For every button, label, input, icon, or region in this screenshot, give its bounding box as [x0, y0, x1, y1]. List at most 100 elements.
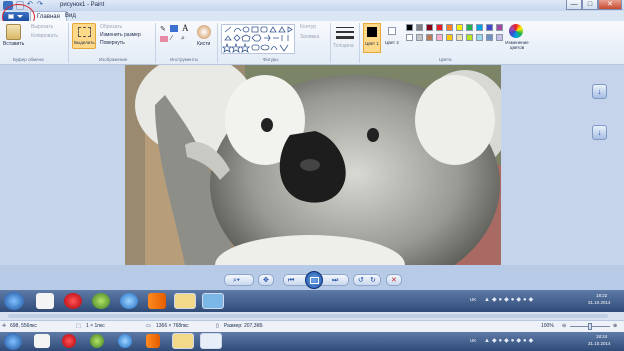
magnifier-icon: ⌕▾ — [233, 277, 240, 284]
start-button[interactable] — [4, 292, 24, 310]
opera-icon[interactable] — [64, 293, 82, 309]
palette-swatch[interactable] — [416, 34, 423, 41]
horizontal-scrollbar[interactable] — [0, 312, 624, 320]
palette-swatch[interactable] — [436, 34, 443, 41]
calculator-icon[interactable] — [36, 293, 54, 309]
eraser-icon[interactable] — [160, 36, 168, 42]
explorer-icon[interactable] — [172, 333, 194, 349]
select-label: Выделить — [74, 40, 95, 45]
clock-date-2[interactable]: 31.10.2014 — [588, 341, 611, 346]
color1-button[interactable]: Цвет 1 — [363, 23, 381, 53]
tools-group-label: Инструменты — [170, 57, 199, 62]
close-button[interactable]: ✕ — [598, 0, 622, 10]
size-icon[interactable] — [336, 25, 354, 41]
magnifier-icon[interactable]: ⌕ — [181, 35, 185, 43]
fill-bucket-icon[interactable] — [170, 25, 178, 32]
selection-icon: ⬚ — [76, 323, 81, 329]
photo-viewer-icon[interactable] — [202, 293, 224, 309]
pencil-icon[interactable]: ✎ — [160, 25, 166, 33]
shapes-gallery[interactable] — [221, 24, 295, 54]
palette-swatch[interactable] — [426, 34, 433, 41]
cursor-position: 698, 556пкс — [10, 323, 37, 329]
brushes-button[interactable]: Кисти — [197, 41, 210, 48]
palette-swatch[interactable] — [466, 34, 473, 41]
chrome-icon[interactable] — [92, 293, 110, 309]
scroll-down-button-2[interactable]: ↓ — [592, 125, 607, 140]
fit-button[interactable]: ✥ — [258, 274, 274, 286]
clock-date[interactable]: 31.10.2014 — [588, 300, 611, 305]
explorer-icon[interactable] — [174, 293, 196, 309]
palette-swatch[interactable] — [466, 24, 473, 31]
palette-swatch[interactable] — [456, 24, 463, 31]
text-tool-icon[interactable]: A — [182, 23, 189, 33]
calculator-icon[interactable] — [34, 334, 50, 348]
palette-swatch[interactable] — [436, 24, 443, 31]
outline-dropdown[interactable]: Контур — [300, 24, 316, 31]
palette-swatch[interactable] — [486, 34, 493, 41]
next-icon[interactable]: ⏭ — [332, 275, 338, 286]
tray-icons[interactable]: ▲◆●◆●◆●◆ — [484, 296, 579, 304]
clock-time-2[interactable]: 18:24 — [596, 334, 607, 339]
palette-swatch[interactable] — [406, 24, 413, 31]
scroll-down-button[interactable]: ↓ — [592, 84, 607, 99]
minimize-button[interactable]: — — [566, 0, 582, 10]
size-button[interactable]: Толщина — [333, 43, 354, 50]
rotate-button[interactable]: Повернуть — [100, 40, 125, 47]
cut-button[interactable]: Вырезать — [31, 24, 53, 31]
file-size: Размер: 207,3КБ — [224, 323, 263, 329]
palette-swatch[interactable] — [446, 24, 453, 31]
shapes-icons — [222, 26, 293, 53]
delete-button[interactable]: ✕ — [386, 274, 402, 286]
color1-label: Цвет 1 — [365, 41, 379, 46]
color2-button[interactable]: Цвет 2 — [384, 23, 402, 53]
zoom-button[interactable]: ⌕▾ — [224, 274, 254, 286]
brush-icon[interactable] — [197, 25, 211, 39]
palette-swatch[interactable] — [456, 34, 463, 41]
resize-button[interactable]: Изменить размер — [100, 32, 141, 39]
slideshow-button[interactable] — [305, 271, 323, 289]
language-indicator-2[interactable]: UK — [470, 338, 476, 343]
media-player-icon[interactable] — [146, 334, 160, 348]
opera-icon[interactable] — [62, 334, 76, 348]
palette-swatch[interactable] — [406, 34, 413, 41]
scrollbar-thumb[interactable] — [8, 314, 608, 318]
palette-swatch[interactable] — [496, 24, 503, 31]
language-indicator[interactable]: UK — [470, 297, 476, 302]
separator — [330, 23, 331, 63]
rotate-right-icon[interactable]: ↻ — [370, 275, 376, 286]
palette-swatch[interactable] — [496, 34, 503, 41]
select-button[interactable]: Выделить — [72, 23, 96, 49]
tray-icons-2[interactable]: ▲◆●◆●◆●◆ — [484, 337, 579, 345]
palette-swatch[interactable] — [486, 24, 493, 31]
previous-icon[interactable]: ⏮ — [288, 275, 294, 286]
rotate-left-icon[interactable]: ↺ — [358, 275, 364, 286]
copy-button[interactable]: Копировать — [31, 33, 58, 40]
zoom-in-icon[interactable]: ⊕ — [613, 322, 617, 330]
fill-dropdown[interactable]: Заливка — [300, 34, 319, 41]
palette-swatch[interactable] — [426, 24, 433, 31]
crop-button[interactable]: Обрезать — [100, 24, 122, 31]
start-button-2[interactable] — [4, 333, 22, 350]
paste-icon[interactable] — [6, 24, 21, 40]
redo-icon[interactable]: ↷ — [37, 1, 45, 10]
koala-image[interactable] — [125, 65, 501, 265]
ie-icon[interactable] — [118, 334, 132, 348]
separator — [217, 23, 218, 63]
ie-icon[interactable] — [120, 293, 138, 309]
chrome-icon[interactable] — [90, 334, 104, 348]
paste-button[interactable]: Вставить — [3, 41, 24, 48]
paint-taskbar-icon[interactable] — [200, 333, 222, 349]
zoom-out-icon[interactable]: ⊖ — [562, 322, 566, 330]
palette-swatch[interactable] — [416, 24, 423, 31]
tab-view[interactable]: Вид — [59, 11, 82, 21]
edit-colors-button[interactable]: Изменение цветов — [503, 40, 531, 50]
edit-colors-icon[interactable] — [509, 24, 523, 38]
clock-time[interactable]: 18:22 — [596, 293, 607, 298]
media-player-icon[interactable] — [148, 293, 166, 309]
color-picker-icon[interactable]: ⁄ — [171, 35, 172, 42]
palette-swatch[interactable] — [476, 24, 483, 31]
palette-swatch[interactable] — [476, 34, 483, 41]
zoom-slider-thumb[interactable] — [588, 323, 592, 330]
maximize-button[interactable]: □ — [582, 0, 598, 10]
palette-swatch[interactable] — [446, 34, 453, 41]
